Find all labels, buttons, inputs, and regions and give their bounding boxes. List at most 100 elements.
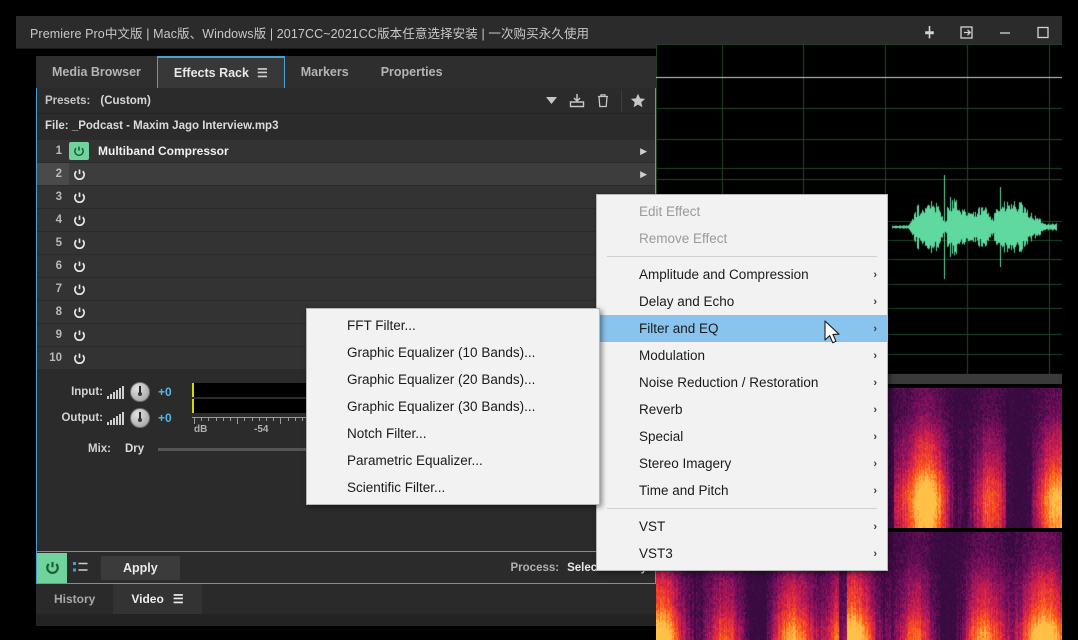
submenu-item-scientific-filter[interactable]: Scientific Filter... — [307, 474, 599, 501]
rack-power-icon[interactable] — [37, 552, 67, 583]
menu-item-time-and-pitch[interactable]: Time and Pitch › — [597, 477, 887, 504]
chevron-right-icon: › — [873, 295, 877, 308]
submenu-item-graphic-equalizer-30-bands[interactable]: Graphic Equalizer (30 Bands)... — [307, 393, 599, 420]
presets-label: Presets: — [45, 94, 91, 107]
input-gain-value[interactable]: +0 — [158, 385, 184, 399]
power-icon[interactable] — [69, 349, 89, 367]
power-icon[interactable] — [69, 303, 89, 321]
submenu-item-parametric-equalizer[interactable]: Parametric Equalizer... — [307, 447, 599, 474]
menu-item-label: VST3 — [639, 546, 673, 561]
output-level-icon — [107, 411, 124, 425]
tab-video[interactable]: Video ☰ — [113, 584, 202, 614]
menu-item-vst[interactable]: VST › — [597, 513, 887, 540]
menu-item-filter-and-eq[interactable]: Filter and EQ › — [597, 315, 887, 342]
menu-item-label: Scientific Filter... — [347, 480, 446, 495]
effect-context-menu[interactable]: Edit Effect Remove Effect Amplitude and … — [596, 194, 888, 571]
power-icon[interactable] — [69, 142, 89, 160]
tab-properties[interactable]: Properties — [364, 56, 459, 88]
menu-item-remove-effect[interactable]: Remove Effect — [597, 225, 887, 252]
power-icon[interactable] — [69, 280, 89, 298]
effect-slot-3[interactable]: 3 — [37, 186, 655, 208]
menu-item-label: Amplitude and Compression — [639, 267, 809, 282]
app-window: Premiere Pro中文版 | Mac版、Windows版 | 2017CC… — [0, 0, 1078, 640]
window-title: Premiere Pro中文版 | Mac版、Windows版 | 2017CC… — [30, 26, 590, 41]
favorite-star-icon[interactable] — [621, 89, 649, 112]
menu-item-label: Graphic Equalizer (20 Bands)... — [347, 372, 536, 387]
slot-number: 1 — [55, 145, 62, 157]
slot-number: 6 — [55, 260, 62, 272]
submenu-item-graphic-equalizer-10-bands[interactable]: Graphic Equalizer (10 Bands)... — [307, 339, 599, 366]
tab-label: Properties — [380, 65, 443, 79]
menu-item-label: Time and Pitch — [639, 483, 729, 498]
tab-label: Effects Rack — [173, 66, 249, 80]
panel-menu-icon[interactable]: ☰ — [257, 66, 268, 80]
tab-effects-rack[interactable]: Effects Rack ☰ — [156, 56, 285, 88]
tab-media-browser[interactable]: Media Browser — [36, 56, 157, 88]
input-gain-knob[interactable] — [130, 382, 150, 402]
tab-label: Video — [131, 592, 164, 606]
menu-item-stereo-imagery[interactable]: Stereo Imagery › — [597, 450, 887, 477]
menu-item-label: Modulation — [639, 348, 706, 363]
menu-item-delay-and-echo[interactable]: Delay and Echo › — [597, 288, 887, 315]
power-icon[interactable] — [69, 211, 89, 229]
slot-effect-name: Multiband Compressor — [98, 144, 229, 158]
power-icon[interactable] — [69, 326, 89, 344]
menu-item-edit-effect[interactable]: Edit Effect — [597, 198, 887, 225]
effect-slot-4[interactable]: 4 — [37, 209, 655, 231]
effect-slot-6[interactable]: 6 — [37, 255, 655, 277]
mix-label: Mix: — [88, 443, 111, 455]
lower-panel: History Video ☰ — [36, 584, 656, 626]
chevron-right-icon: › — [873, 547, 877, 560]
tab-markers[interactable]: Markers — [284, 56, 365, 88]
slot-number: 10 — [49, 352, 62, 364]
process-label: Process: — [510, 561, 560, 574]
chevron-right-icon: › — [873, 457, 877, 470]
chevron-down-icon[interactable] — [539, 90, 563, 112]
slot-arrow-icon[interactable]: ▶ — [640, 169, 647, 180]
slot-number: 3 — [55, 191, 62, 203]
menu-item-label: Delay and Echo — [639, 294, 735, 309]
output-gain-value[interactable]: +0 — [158, 411, 184, 425]
delete-preset-icon[interactable] — [591, 90, 615, 112]
effect-slot-1[interactable]: 1 Multiband Compressor ▶ — [37, 140, 655, 162]
rack-bottom-bar: Apply Process: Selection Only — [36, 552, 656, 584]
power-icon[interactable] — [69, 188, 89, 206]
apply-button[interactable]: Apply — [101, 555, 180, 580]
presets-row: Presets: (Custom) — [37, 88, 655, 114]
menu-item-noise-reduction-restoration[interactable]: Noise Reduction / Restoration › — [597, 369, 887, 396]
tab-history[interactable]: History — [36, 584, 114, 614]
output-label: Output: — [61, 412, 103, 424]
menu-item-modulation[interactable]: Modulation › — [597, 342, 887, 369]
effect-slot-7[interactable]: 7 — [37, 278, 655, 300]
presets-dropdown-value[interactable]: (Custom) — [100, 94, 151, 107]
panel-menu-icon[interactable]: ☰ — [173, 592, 184, 606]
menu-item-label: Edit Effect — [639, 204, 701, 219]
chevron-right-icon: › — [873, 403, 877, 416]
save-preset-icon[interactable] — [565, 90, 589, 112]
effect-slot-5[interactable]: 5 — [37, 232, 655, 254]
power-icon[interactable] — [69, 234, 89, 252]
menu-item-vst3[interactable]: VST3 › — [597, 540, 887, 567]
power-icon[interactable] — [69, 257, 89, 275]
effect-slot-2[interactable]: 2 ▶ — [37, 163, 655, 185]
output-gain-knob[interactable] — [130, 408, 150, 428]
chevron-right-icon: › — [873, 430, 877, 443]
panel-tab-bar: Media Browser Effects Rack ☰ Markers Pro… — [36, 56, 656, 88]
submenu-item-fft-filter[interactable]: FFT Filter... — [307, 312, 599, 339]
submenu-item-notch-filter[interactable]: Notch Filter... — [307, 420, 599, 447]
power-icon[interactable] — [69, 165, 89, 183]
menu-item-amplitude-and-compression[interactable]: Amplitude and Compression › — [597, 261, 887, 288]
menu-separator — [607, 256, 877, 257]
menu-item-special[interactable]: Special › — [597, 423, 887, 450]
submenu-item-graphic-equalizer-20-bands[interactable]: Graphic Equalizer (20 Bands)... — [307, 366, 599, 393]
filter-and-eq-submenu[interactable]: FFT Filter... Graphic Equalizer (10 Band… — [306, 308, 600, 505]
slot-arrow-icon[interactable]: ▶ — [640, 146, 647, 157]
menu-item-label: FFT Filter... — [347, 318, 416, 333]
menu-item-reverb[interactable]: Reverb › — [597, 396, 887, 423]
chevron-right-icon: › — [873, 349, 877, 362]
effect-list-icon[interactable] — [67, 561, 93, 574]
menu-item-label: Special — [639, 429, 684, 444]
file-name: File: _Podcast - Maxim Jago Interview.mp… — [45, 120, 279, 132]
input-label: Input: — [71, 386, 103, 398]
chevron-right-icon: › — [873, 268, 877, 281]
